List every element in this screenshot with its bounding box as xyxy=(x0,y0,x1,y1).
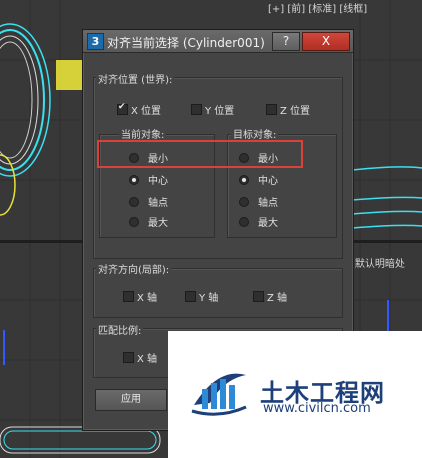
align-orientation-label: 对齐方向(局部): xyxy=(96,261,172,276)
help-button[interactable]: ? xyxy=(272,32,300,51)
current-pivot-label: 轴点 xyxy=(148,198,168,209)
align-position-label: 对齐位置 (世界): xyxy=(96,71,175,86)
scale-x-axis-label: X 轴 xyxy=(137,354,158,365)
watermark-url: www.civilcn.com xyxy=(263,401,371,416)
checkbox-icon xyxy=(191,104,202,115)
radio-selected-icon xyxy=(129,174,139,185)
target-center-label: 中心 xyxy=(258,176,278,187)
watermark-overlay: 土木工程网 www.civilcn.com xyxy=(168,331,422,458)
app-icon: 3 xyxy=(87,33,104,50)
dialog-titlebar[interactable]: 3 对齐当前选择 (Cylinder001) ? X xyxy=(83,30,353,53)
wireframe-right-shape xyxy=(351,166,422,229)
current-maximum-label: 最大 xyxy=(148,218,168,229)
z-position-checkbox[interactable]: Z 位置 xyxy=(266,102,310,117)
current-center-label: 中心 xyxy=(148,176,168,187)
civilcn-logo-icon xyxy=(191,373,247,416)
current-object-label: 当前对象: xyxy=(119,126,167,141)
checkbox-icon xyxy=(185,291,196,302)
target-pivot-radio[interactable]: 轴点 xyxy=(239,194,278,209)
radio-selected-icon xyxy=(239,174,249,185)
scale-x-axis-checkbox[interactable]: X 轴 xyxy=(123,350,157,365)
close-button[interactable]: X xyxy=(302,32,350,51)
orient-x-axis-checkbox[interactable]: X 轴 xyxy=(123,289,157,304)
z-position-label: Z 位置 xyxy=(280,106,311,117)
target-object-label: 目标对象: xyxy=(231,126,279,141)
target-maximum-label: 最大 xyxy=(258,218,278,229)
checkbox-icon xyxy=(266,104,277,115)
match-scale-label: 匹配比例: xyxy=(96,322,144,337)
target-maximum-radio[interactable]: 最大 xyxy=(239,214,278,229)
current-center-radio[interactable]: 中心 xyxy=(129,172,168,187)
y-position-checkbox[interactable]: Y 位置 xyxy=(191,102,234,117)
orient-z-axis-checkbox[interactable]: Z 轴 xyxy=(253,289,287,304)
yellow-object xyxy=(56,60,82,90)
x-position-checkbox[interactable]: X 位置 xyxy=(117,102,161,117)
orient-y-axis-label: Y 轴 xyxy=(199,293,219,304)
wireframe-cylinder-shape xyxy=(0,23,51,177)
x-position-label: X 位置 xyxy=(131,106,162,117)
target-center-radio[interactable]: 中心 xyxy=(239,172,278,187)
y-position-label: Y 位置 xyxy=(205,106,235,117)
current-pivot-radio[interactable]: 轴点 xyxy=(129,194,168,209)
target-pivot-label: 轴点 xyxy=(258,198,278,209)
radio-icon xyxy=(129,216,139,227)
checkbox-icon xyxy=(123,352,134,363)
radio-icon xyxy=(129,196,139,207)
apply-button[interactable]: 应用 xyxy=(95,389,167,411)
checkbox-icon xyxy=(253,291,264,302)
dialog-title: 对齐当前选择 (Cylinder001) xyxy=(107,36,265,50)
orient-z-axis-label: Z 轴 xyxy=(267,293,288,304)
radio-icon xyxy=(239,216,249,227)
checkbox-icon xyxy=(123,291,134,302)
current-maximum-radio[interactable]: 最大 xyxy=(129,214,168,229)
viewport-right-label[interactable]: [默认明暗处 xyxy=(351,255,405,270)
minimum-highlight-annotation xyxy=(97,140,303,168)
orient-y-axis-checkbox[interactable]: Y 轴 xyxy=(185,289,218,304)
radio-icon xyxy=(239,196,249,207)
orient-x-axis-label: X 轴 xyxy=(137,293,158,304)
viewport-top-label[interactable]: [+] [前] [标准] [线框] xyxy=(268,0,367,15)
checkbox-checked-icon xyxy=(117,102,128,115)
